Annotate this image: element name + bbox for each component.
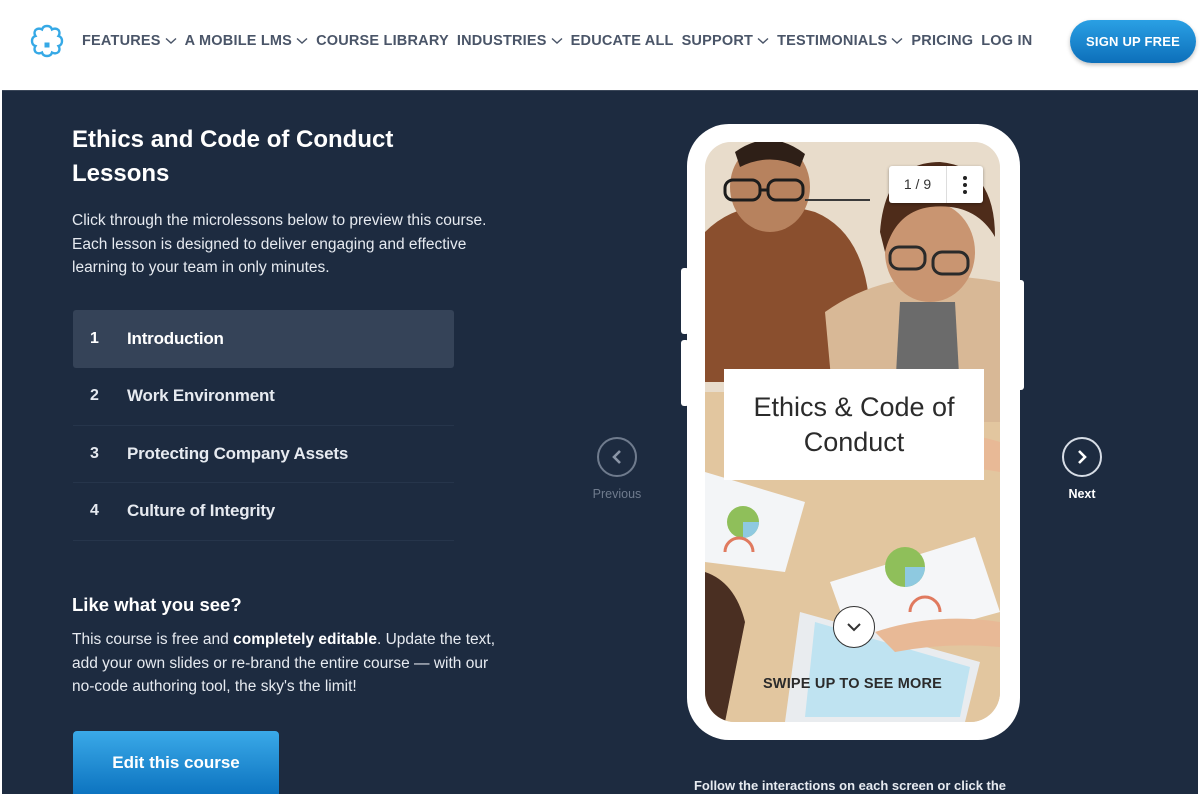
lesson-list: 1 Introduction 2 Work Environment 3 Prot… <box>73 310 454 541</box>
chevron-down-icon <box>551 37 563 44</box>
follow-instructions: Follow the interactions on each screen o… <box>693 778 1007 793</box>
nav-features[interactable]: FEATURES <box>82 33 177 49</box>
nav-testimonials[interactable]: TESTIMONIALS <box>777 33 903 49</box>
chevron-down-icon <box>847 623 861 632</box>
next-button[interactable] <box>1062 437 1102 477</box>
cta-text: This course is free and completely edita… <box>72 631 496 695</box>
cta-heading: Like what you see? <box>72 594 242 615</box>
lesson-number: 4 <box>90 502 99 520</box>
swipe-up-hint: SWIPE UP TO SEE MORE <box>762 676 943 692</box>
previous-button[interactable] <box>597 437 637 477</box>
nav-mobile-lms[interactable]: A MOBILE LMS <box>185 33 308 49</box>
sign-up-free-button[interactable]: SIGN UP FREE <box>1070 20 1196 63</box>
slide-counter: 1 / 9 <box>889 166 983 203</box>
course-intro: Click through the microlessons below to … <box>72 212 487 276</box>
lesson-number: 2 <box>90 387 99 405</box>
main-nav: FEATURES A MOBILE LMS COURSE LIBRARY IND… <box>82 31 1040 51</box>
lesson-label: Protecting Company Assets <box>127 443 349 463</box>
site-header: FEATURES A MOBILE LMS COURSE LIBRARY IND… <box>0 0 1200 90</box>
slide-title-card: Ethics & Code of Conduct <box>724 369 984 480</box>
lesson-item-introduction[interactable]: 1 Introduction <box>73 310 454 368</box>
chevron-left-icon <box>612 450 621 464</box>
flower-logo-icon[interactable] <box>24 19 70 65</box>
nav-log-in[interactable]: LOG IN <box>981 33 1032 49</box>
lesson-number: 3 <box>90 444 99 462</box>
lesson-label: Culture of Integrity <box>127 501 276 521</box>
chevron-down-icon <box>891 37 903 44</box>
next-label[interactable]: Next <box>1042 487 1122 501</box>
lesson-label: Introduction <box>127 329 224 348</box>
nav-pricing[interactable]: PRICING <box>911 33 973 49</box>
scroll-down-button[interactable] <box>833 606 875 648</box>
chevron-down-icon <box>757 37 769 44</box>
nav-course-library[interactable]: COURSE LIBRARY <box>316 33 449 49</box>
previous-label[interactable]: Previous <box>577 487 657 501</box>
nav-industries[interactable]: INDUSTRIES <box>457 33 563 49</box>
chevron-right-icon <box>1078 450 1087 464</box>
chevron-down-icon <box>165 37 177 44</box>
lesson-item-work-environment[interactable]: 2 Work Environment <box>73 368 454 426</box>
chevron-down-icon <box>296 37 308 44</box>
more-options-icon[interactable] <box>947 175 983 195</box>
lesson-item-protecting-company-assets[interactable]: 3 Protecting Company Assets <box>73 426 454 483</box>
lesson-item-culture-of-integrity[interactable]: 4 Culture of Integrity <box>73 483 454 541</box>
lesson-number: 1 <box>90 330 99 347</box>
course-title: Ethics and Code of Conduct Lessons <box>72 126 394 187</box>
nav-support[interactable]: SUPPORT <box>682 33 770 49</box>
nav-educate-all[interactable]: EDUCATE ALL <box>571 33 674 49</box>
slide-count: 1 / 9 <box>889 166 947 203</box>
lesson-label: Work Environment <box>127 386 275 406</box>
edit-this-course-button[interactable]: Edit this course <box>73 731 279 794</box>
